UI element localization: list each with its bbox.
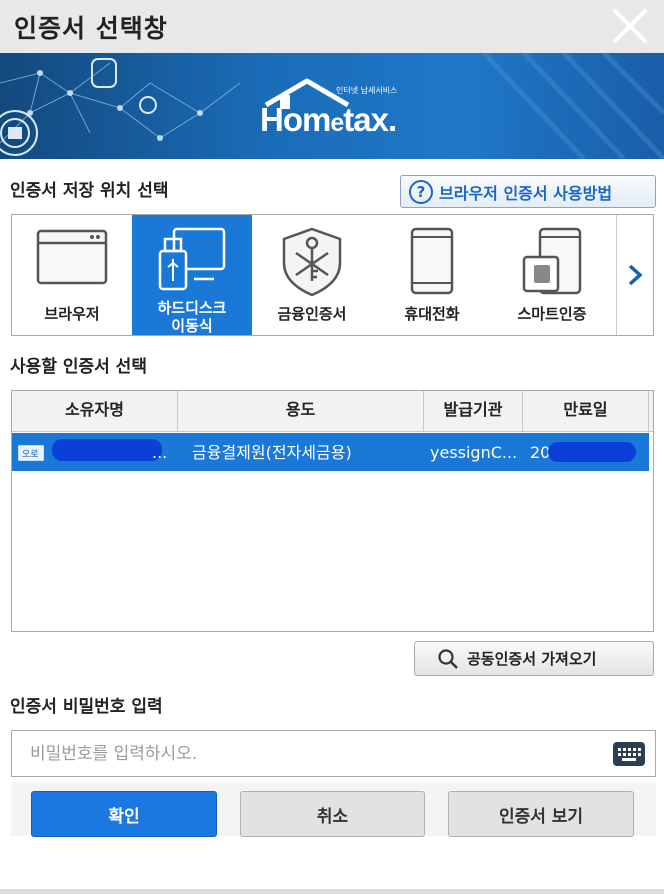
question-icon: ? [409, 179, 433, 204]
table-row[interactable]: 오로 ... 금융결제원(전자세금용) yessignC... 20 [12, 433, 649, 471]
storage-item-label: 휴대전화 [404, 305, 460, 323]
chevron-right-icon [628, 264, 643, 286]
cancel-button[interactable]: 취소 [240, 791, 425, 837]
import-cert-button[interactable]: 공동인증서 가져오기 [414, 641, 654, 676]
hometax-logo: 인터넷 납세서비스 Hometax. [260, 75, 410, 145]
browser-cert-help-button[interactable]: ? 브라우저 인증서 사용방법 [400, 175, 656, 208]
close-button[interactable] [610, 6, 650, 46]
network-decoration-icon [0, 58, 241, 156]
usb-drive-icon [158, 227, 226, 291]
window-title: 인증서 선택창 [14, 14, 168, 43]
phone-icon [410, 227, 454, 295]
storage-item-phone[interactable]: 휴대전화 [372, 215, 492, 335]
redacted-owner-mask [52, 439, 162, 461]
password-label: 인증서 비밀번호 입력 [10, 697, 163, 717]
smart-card-phone-icon [522, 227, 582, 295]
logo-subtitle: 인터넷 납세서비스 [336, 86, 398, 95]
storage-item-label: 금융인증서 [277, 305, 347, 323]
storage-item-browser[interactable]: 브라우저 [12, 215, 132, 335]
storage-section-label: 인증서 저장 위치 선택 [10, 181, 169, 201]
storage-item-hard-disk[interactable]: 하드디스크 이동식 [132, 215, 252, 335]
cell-usage: 금융결제원(전자세금용) [192, 443, 352, 462]
key-shield-icon [282, 227, 342, 297]
column-header-expiry[interactable]: 만료일 [523, 391, 649, 432]
storage-item-label: 브라우저 [44, 305, 100, 323]
import-button-label: 공동인증서 가져오기 [467, 650, 597, 668]
hometax-banner: 인터넷 납세서비스 Hometax. [0, 53, 664, 159]
password-input[interactable] [12, 731, 602, 776]
cell-owner: ... [152, 443, 168, 462]
keyboard-icon [618, 748, 641, 761]
storage-selector: 브라우저 하드디스크 이동식 금융인증서 휴대전화 스마트인증 [11, 214, 654, 336]
cert-table: 소유자명 용도 발급기관 만료일 오로 ... 금융결제원(전자세금용) yes… [11, 390, 654, 632]
help-button-label: 브라우저 인증서 사용방법 [439, 183, 613, 203]
confirm-button[interactable]: 확인 [31, 791, 217, 837]
storage-next-button[interactable] [616, 215, 653, 335]
close-icon [613, 9, 647, 43]
password-field-container [11, 730, 656, 777]
cell-issuer: yessignC... [430, 443, 518, 462]
redacted-expiry-mask [548, 442, 636, 462]
browser-icon [36, 229, 108, 285]
cert-list-label: 사용할 인증서 선택 [10, 357, 147, 377]
search-icon [438, 648, 458, 669]
svg-text:오로: 오로 [22, 449, 39, 460]
cert-table-header: 소유자명 용도 발급기관 만료일 [12, 391, 653, 432]
storage-item-financial-cert[interactable]: 금융인증서 [252, 215, 372, 335]
storage-item-label: 하드디스크 이동식 [157, 299, 227, 335]
title-bar: 인증서 선택창 [0, 0, 664, 53]
column-header-usage[interactable]: 용도 [178, 391, 424, 432]
action-button-bar: 확인 취소 인증서 보기 [11, 782, 656, 837]
virtual-keyboard-button[interactable] [613, 742, 645, 766]
logo-wordmark: Hometax. [260, 101, 397, 138]
column-header-issuer[interactable]: 발급기관 [424, 391, 523, 432]
storage-item-label: 스마트인증 [517, 305, 587, 323]
view-cert-button[interactable]: 인증서 보기 [448, 791, 634, 837]
column-header-owner[interactable]: 소유자명 [12, 391, 178, 432]
storage-item-smart-cert[interactable]: 스마트인증 [492, 215, 612, 335]
bottom-border [0, 889, 664, 894]
circuit-decoration-icon [482, 53, 664, 159]
certificate-card-icon: 오로 [18, 445, 44, 461]
